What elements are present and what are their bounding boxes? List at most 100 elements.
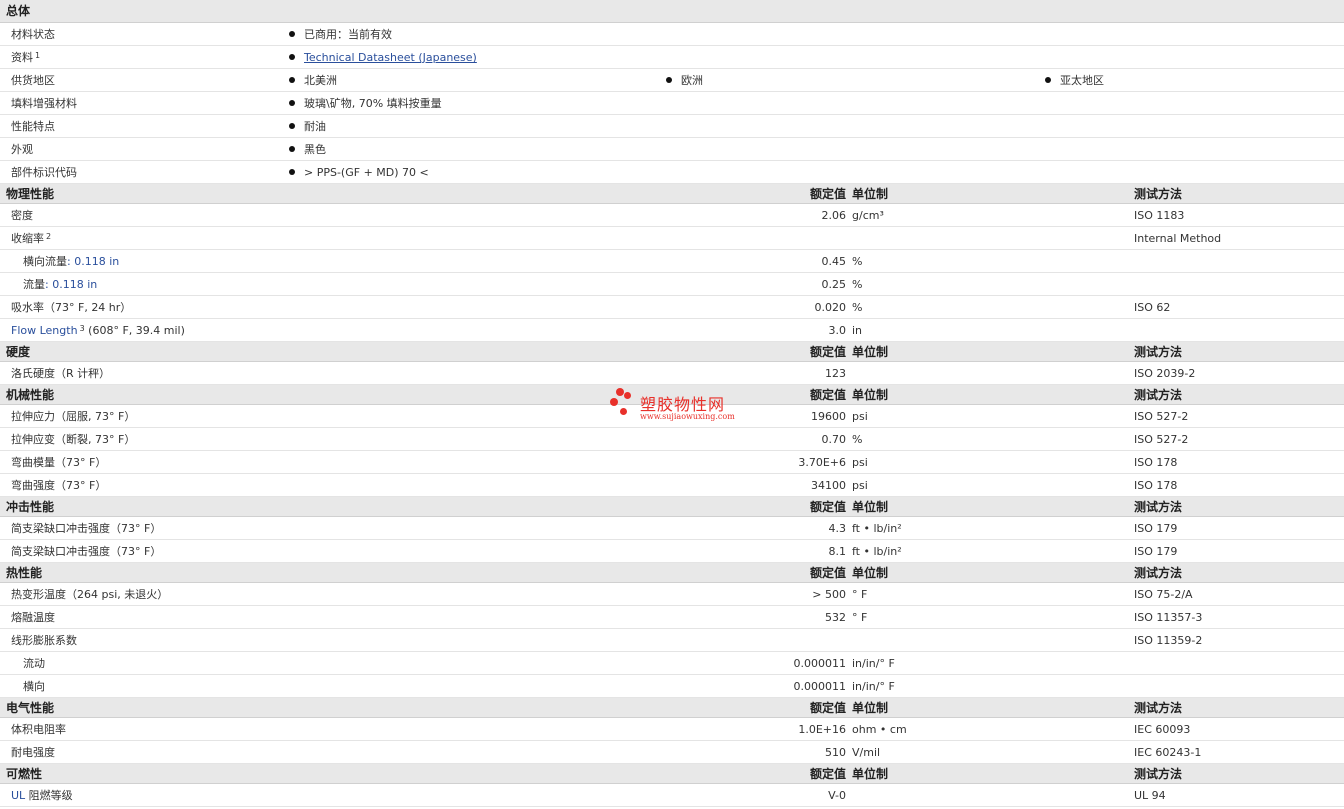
footnote-marker: 1 [35, 51, 41, 60]
row-value: 已商用：当前有效 [289, 23, 392, 46]
general-row-appearance: 外观 黑色 [0, 138, 1344, 161]
row-value: 黑色 [289, 138, 326, 161]
property-test: ISO 178 [1134, 456, 1178, 469]
logo-dot-icon [616, 388, 624, 396]
header-value: 额定值 [809, 701, 846, 715]
property-row: 简支梁缺口冲击强度（73° F） 8.1 ft • lb/in² ISO 179 [0, 540, 1344, 563]
row-label: 供货地区 [11, 74, 55, 87]
property-row: 耐电强度 510 V/mil IEC 60243-1 [0, 741, 1344, 764]
property-value: 1.0E+16 [798, 723, 846, 736]
watermark-url: www.sujiaowuxing.com [640, 412, 735, 421]
logo-dot-icon [610, 398, 618, 406]
property-test: ISO 527-2 [1134, 433, 1189, 446]
section-thermal-header: 热性能 额定值 单位制 测试方法 [0, 563, 1344, 583]
property-unit: ° F [852, 588, 868, 601]
property-value: 34100 [811, 479, 846, 492]
property-label: UL 阻燃等级 [11, 789, 73, 802]
property-value: 0.25 [821, 278, 847, 291]
property-unit: % [852, 255, 863, 268]
header-test: 测试方法 [1134, 566, 1183, 580]
property-row: UL 阻燃等级 V-0 UL 94 [0, 784, 1344, 807]
section-physical-header: 物理性能 额定值 单位制 测试方法 [0, 184, 1344, 204]
property-unit: % [852, 433, 863, 446]
watermark-logo: 塑胶物性网 www.sujiaowuxing.com [610, 388, 750, 428]
property-value: 0.45 [821, 255, 847, 268]
property-test: ISO 178 [1134, 479, 1178, 492]
section-title: 硬度 [6, 345, 31, 359]
section-title: 热性能 [6, 566, 43, 580]
row-value: 玻璃\矿物, 70% 填料按重量 [289, 92, 442, 115]
property-row: Flow Length 3 (608° F, 39.4 mil) 3.0 in [0, 319, 1344, 342]
property-unit: in/in/° F [852, 680, 895, 693]
section-title: 电气性能 [6, 701, 55, 715]
property-unit: ft • lb/in² [852, 522, 902, 535]
header-test: 测试方法 [1134, 388, 1183, 402]
property-row: 吸水率（73° F, 24 hr） 0.020 % ISO 62 [0, 296, 1344, 319]
property-label: 线形膨胀系数 [11, 634, 77, 647]
property-test: ISO 2039-2 [1134, 367, 1196, 380]
property-row: 流动 0.000011 in/in/° F [0, 652, 1344, 675]
property-label: 弯曲模量（73° F） [11, 456, 107, 469]
header-unit: 单位制 [852, 767, 889, 781]
row-label: 性能特点 [11, 120, 55, 133]
header-value: 额定值 [809, 767, 846, 781]
property-unit: % [852, 278, 863, 291]
footnote-marker: 3 [79, 324, 85, 333]
section-title: 机械性能 [6, 388, 55, 402]
property-value: 19600 [811, 410, 846, 423]
property-unit: psi [852, 479, 868, 492]
header-value: 额定值 [809, 187, 846, 201]
property-test: ISO 1183 [1134, 209, 1185, 222]
header-value: 额定值 [809, 345, 846, 359]
property-value: 3.70E+6 [798, 456, 846, 469]
property-test: ISO 11357-3 [1134, 611, 1203, 624]
property-value: 123 [825, 367, 846, 380]
property-test: ISO 75-2/A [1134, 588, 1193, 601]
header-unit: 单位制 [852, 566, 889, 580]
property-label: 吸水率（73° F, 24 hr） [11, 301, 132, 314]
header-test: 测试方法 [1134, 767, 1183, 781]
property-value: 510 [825, 746, 846, 759]
section-hardness-header: 硬度 额定值 单位制 测试方法 [0, 342, 1344, 362]
general-row-regions: 供货地区 北美洲 欧洲 亚太地区 [0, 69, 1344, 92]
property-test: ISO 179 [1134, 545, 1178, 558]
property-row: 横向流量: 0.118 in 0.45 % [0, 250, 1344, 273]
logo-dot-icon [620, 408, 627, 415]
section-electrical-header: 电气性能 额定值 单位制 测试方法 [0, 698, 1344, 718]
property-test: IEC 60243-1 [1134, 746, 1202, 759]
property-row: 体积电阻率 1.0E+16 ohm • cm IEC 60093 [0, 718, 1344, 741]
property-value: 532 [825, 611, 846, 624]
row-value: > PPS-(GF + MD) 70 < [289, 161, 429, 184]
property-label: 体积电阻率 [11, 723, 66, 736]
row-label: 部件标识代码 [11, 166, 77, 179]
property-row: 洛氏硬度（R 计秤） 123 ISO 2039-2 [0, 362, 1344, 385]
property-label: 收缩率 2 [11, 232, 52, 245]
section-title: 物理性能 [6, 187, 55, 201]
property-row: 流量: 0.118 in 0.25 % [0, 273, 1344, 296]
property-label: 耐电强度 [11, 746, 55, 759]
property-label: 洛氏硬度（R 计秤） [11, 367, 111, 380]
property-value: 2.06 [821, 209, 847, 222]
row-label: 材料状态 [11, 28, 55, 41]
property-unit: % [852, 301, 863, 314]
property-label: 简支梁缺口冲击强度（73° F） [11, 545, 162, 558]
header-value: 额定值 [809, 388, 846, 402]
property-label: 流动 [23, 657, 45, 670]
header-unit: 单位制 [852, 187, 889, 201]
property-label: 拉伸应力（屈服, 73° F） [11, 410, 136, 423]
property-unit: psi [852, 410, 868, 423]
property-label: 拉伸应变（断裂, 73° F） [11, 433, 136, 446]
property-label: 熔融温度 [11, 611, 55, 624]
general-row-part-code: 部件标识代码 > PPS-(GF + MD) 70 < [0, 161, 1344, 184]
property-row: 弯曲强度（73° F） 34100 psi ISO 178 [0, 474, 1344, 497]
property-value: 8.1 [828, 545, 847, 558]
property-value: 0.000011 [793, 657, 847, 670]
general-row-filler: 填料增强材料 玻璃\矿物, 70% 填料按重量 [0, 92, 1344, 115]
property-label: 横向 [23, 680, 45, 693]
datasheet-link[interactable]: Technical Datasheet (Japanese) [304, 51, 477, 64]
property-test: ISO 527-2 [1134, 410, 1189, 423]
property-row: 拉伸应变（断裂, 73° F） 0.70 % ISO 527-2 [0, 428, 1344, 451]
property-unit: in [852, 324, 863, 337]
property-row: 熔融温度 532 ° F ISO 11357-3 [0, 606, 1344, 629]
header-test: 测试方法 [1134, 701, 1183, 715]
